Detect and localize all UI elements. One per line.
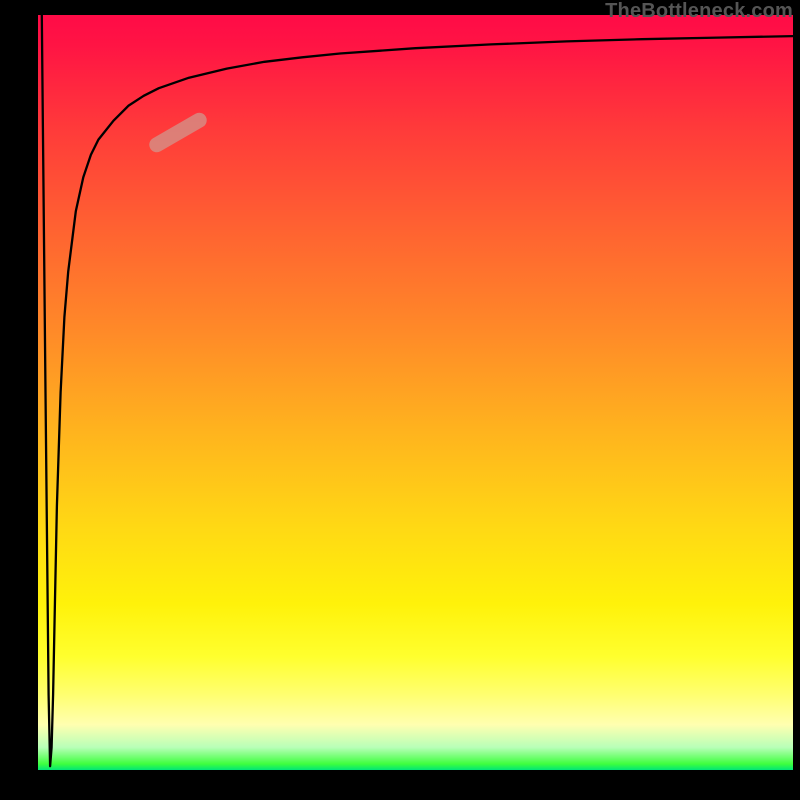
line-curve — [38, 15, 793, 770]
chart-container: TheBottleneck.com — [0, 0, 800, 800]
watermark-text: TheBottleneck.com — [605, 0, 793, 23]
plot-area — [38, 15, 793, 770]
curve-path — [42, 15, 793, 766]
